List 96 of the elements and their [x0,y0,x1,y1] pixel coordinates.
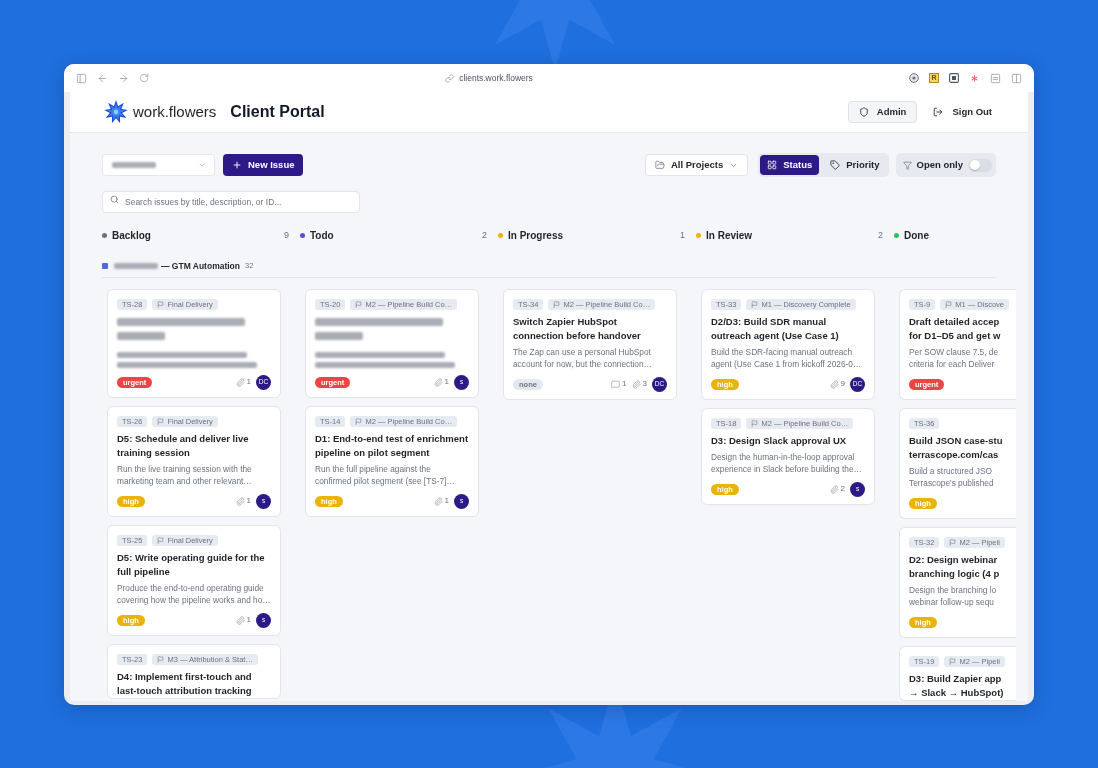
flag-icon [945,301,953,308]
issue-description: Design the human-in-the-loop approval experience in Slack before building the… [711,452,863,475]
sign-out-button[interactable]: Sign Out [929,101,996,123]
search-icon [110,194,119,204]
issue-title: D5: Schedule and deliver live training session [117,432,250,460]
paperclip-icon [433,496,443,506]
flower-logo-icon [104,100,128,124]
grid-icon [767,160,778,170]
issue-title: Build JSON case-stu terrascope.com/cas [909,434,1004,462]
column-count: 9 [284,228,289,242]
reload-icon[interactable] [139,73,149,83]
flag-icon [751,301,759,308]
chevron-down-icon [198,161,206,169]
attachment-count: 1 [444,495,449,507]
attachment-count: 9 [840,378,845,390]
workspace-select[interactable] [102,154,215,176]
paperclip-icon [829,379,839,389]
address-bar-url[interactable]: clients.work.flowers [459,71,533,85]
paperclip-icon [235,496,245,506]
circle-icon[interactable] [909,73,919,83]
plus-icon [232,160,242,170]
issue-description: Run the live training session with the marketing team and other relevant… [117,464,253,487]
paperclip-icon [235,377,245,387]
flag-icon [355,301,363,308]
column-title: In Progress [508,229,564,243]
issue-description: Build a structured JSO Terrascope's published [909,466,995,489]
issue-title: D2/D3: Build SDR manual outreach agent (Use Case 1) [711,315,840,343]
issue-description: Per SOW clause 7.5, de criteria for each Deliver [909,347,999,370]
column-title: Backlog [112,229,151,243]
comment-icon [611,379,621,389]
logout-icon [933,107,944,117]
search-field[interactable]: Search issues by title, description, or ID... [102,191,360,213]
issue-title: Switch Zapier HubSpot connection before handover [513,315,642,343]
attachment-count: 3 [642,378,647,390]
paperclip-icon [235,615,245,625]
brand-name: work.flowers [133,101,217,122]
issue-title: D2: Design webinar branching logic (4 p [909,553,1001,581]
comment-count: 1 [622,378,627,390]
sidebar-icon[interactable] [76,72,87,84]
link-icon [445,73,455,83]
issue-title: D5: Write operating guide for the full pipeline [117,551,266,579]
tag-icon [830,160,841,170]
column-count: 2 [878,228,883,242]
list-square-icon[interactable] [990,72,1001,84]
square-icon[interactable] [949,73,959,83]
project-square-icon [102,263,108,269]
flag-icon [949,658,957,665]
issue-description: Design the branching lo webinar follow-up sequ [909,585,998,608]
attachment-count: 1 [246,614,251,626]
attachment-count: 1 [246,376,251,388]
admin-button[interactable]: Admin [847,101,918,123]
column-title: Done [904,229,929,243]
flag-icon [553,301,561,308]
flag-icon [157,537,165,544]
attachment-count: 1 [444,376,449,388]
flag-icon [157,301,165,308]
column-title: In Review [706,229,753,243]
page-title: Client Portal [230,102,325,122]
issue-title: D1: End-to-end test of enrichment pipeline on pilot segment [315,432,469,460]
issue-description: Build the SDR-facing manual outreach agent (Use Case 1 from kickoff 2026-0… [711,347,863,370]
issue-description: The Zap can use a personal HubSpot account for now, but the connection… [513,347,653,370]
blurred-text [315,332,363,340]
issue-description: Run the full pipeline against the confirmed pilot segment (see [TS-7]… [315,464,456,487]
flag-icon [157,418,165,425]
flag-icon [751,420,759,427]
paperclip-icon [631,379,641,389]
column-title: Todo [310,229,334,243]
new-issue-button[interactable]: New Issue [223,154,304,176]
issue-title: D4: Implement first-touch and last-touch attribution tracking [117,670,253,698]
back-arrow-icon[interactable] [97,72,108,84]
toggle-switch[interactable] [968,158,992,172]
forward-arrow-icon[interactable] [118,72,129,84]
open-only-label: Open only [916,157,963,172]
flag-icon [355,418,363,425]
column-count: 2 [482,228,487,242]
view-tab[interactable]: Status [760,155,820,175]
attachment-count: 2 [840,483,845,495]
view-tab[interactable]: Priority [823,155,887,175]
issue-title: D3: Design Slack approval UX [711,434,848,448]
folder-icon [654,160,665,170]
issue-description: Produce the end-to-end operating guide covering how the pipeline works and ho… [117,583,271,606]
shield-icon [858,107,869,117]
funnel-icon [902,160,912,170]
issue-title: Draft detailed accep for D1–D5 and get w [909,315,1002,343]
paperclip-icon [433,377,443,387]
paperclip-icon [829,484,839,494]
project-name: — GTM Automation [161,259,240,273]
flag-icon [949,539,957,546]
project-filter-dropdown[interactable]: All Projects [644,154,749,176]
attachment-count: 1 [246,495,251,507]
column-count: 1 [680,228,685,242]
asterisk-icon[interactable] [969,72,980,84]
flag-icon [157,656,165,663]
split-view-icon[interactable] [1011,72,1022,84]
issue-title: D3: Build Zapier app → Slack → HubSpot) [909,672,1005,700]
blurred-text [117,332,165,340]
